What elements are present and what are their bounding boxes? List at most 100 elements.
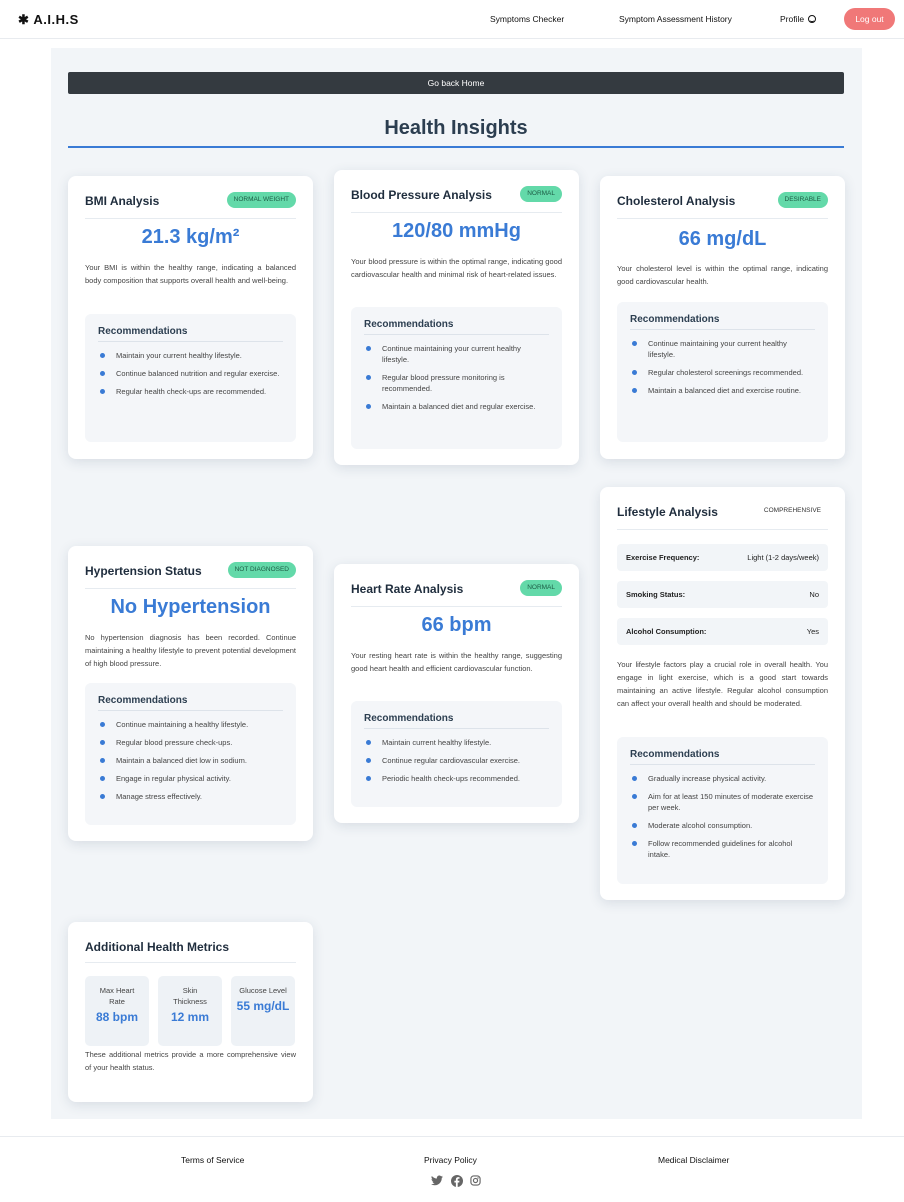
row-label: Smoking Status: — [626, 590, 686, 599]
row-label: Exercise Frequency: — [626, 553, 700, 562]
nav-profile-label: Profile — [780, 14, 805, 24]
list-item: Maintain a balanced diet low in sodium. — [98, 755, 283, 766]
recommendations-list: Maintain current healthy lifestyle. Cont… — [364, 737, 549, 791]
bmi-description: Your BMI is within the healthy range, in… — [85, 263, 296, 285]
footer-privacy-link[interactable]: Privacy Policy — [424, 1155, 477, 1165]
recommendations-box: Recommendations Continue maintaining a h… — [85, 683, 296, 825]
list-item: Maintain a balanced diet and regular exe… — [364, 401, 549, 412]
list-item: Maintain your current healthy lifestyle. — [98, 350, 283, 361]
logout-button[interactable]: Log out — [844, 8, 895, 30]
list-item: Follow recommended guidelines for alcoho… — [630, 838, 815, 860]
card-title: Hypertension Status — [85, 564, 202, 578]
list-item: Aim for at least 150 minutes of moderate… — [630, 791, 815, 813]
brand-name: A.I.H.S — [33, 12, 79, 27]
heart-rate-value: 66 bpm — [421, 614, 492, 636]
status-badge: NORMAL — [520, 580, 562, 596]
top-navbar: ✱ A.I.H.S Symptoms Checker Symptom Assess… — [0, 0, 904, 39]
nav-symptoms-checker[interactable]: Symptoms Checker — [490, 14, 564, 24]
metric-skin-thickness: Skin Thickness 12 mm — [158, 976, 222, 1046]
divider — [98, 341, 283, 342]
go-back-home-button[interactable]: Go back Home — [68, 72, 844, 94]
bmi-value: 21.3 kg/m² — [141, 226, 240, 248]
status-badge: NORMAL WEIGHT — [226, 192, 296, 208]
divider — [617, 529, 828, 530]
divider — [98, 710, 283, 711]
row-value: No — [809, 590, 819, 599]
footer: Terms of Service Privacy Policy Medical … — [0, 1136, 904, 1202]
hypertension-description: No hypertension diagnosis has been recor… — [85, 633, 296, 668]
metric-value: 12 mm — [170, 1010, 210, 1024]
instagram-icon[interactable] — [470, 1175, 481, 1187]
row-value: Yes — [806, 627, 819, 636]
recommendations-box: Recommendations Continue maintaining you… — [617, 302, 828, 442]
metric-glucose-level: Glucose Level 55 mg/dL — [231, 976, 295, 1046]
recommendations-list: Continue maintaining your current health… — [630, 338, 815, 403]
facebook-icon[interactable] — [451, 1175, 463, 1187]
heart-rate-card: Heart Rate Analysis NORMAL 66 bpm Your re… — [334, 564, 579, 823]
divider — [85, 962, 296, 963]
recommendations-list: Continue maintaining a healthy lifestyle… — [98, 719, 283, 809]
metrics-description: These additional metrics provide a more … — [85, 1050, 296, 1072]
list-item: Continue maintaining your current health… — [630, 338, 815, 360]
asterisk-icon: ✱ — [18, 12, 30, 27]
cholesterol-value: 66 mg/dL — [678, 228, 767, 250]
recommendations-list: Maintain your current healthy lifestyle.… — [98, 350, 283, 404]
status-badge: NORMAL — [520, 186, 562, 202]
metric-max-heart-rate: Max Heart Rate 88 bpm — [85, 976, 149, 1046]
metric-label: Max Heart Rate — [99, 986, 135, 1006]
list-item: Maintain a balanced diet and exercise ro… — [630, 385, 815, 396]
hypertension-value: No Hypertension — [110, 596, 271, 618]
cholesterol-description: Your cholesterol level is within the opt… — [617, 264, 828, 286]
status-badge: NOT DIAGNOSED — [227, 562, 296, 578]
list-item: Engage in regular physical activity. — [98, 773, 283, 784]
recommendations-list: Gradually increase physical activity. Ai… — [630, 773, 815, 867]
recommendations-box: Recommendations Maintain your current he… — [85, 314, 296, 442]
recommendations-box: Recommendations Continue maintaining you… — [351, 307, 562, 449]
nav-profile[interactable]: Profile — [780, 14, 817, 24]
list-item: Periodic health check-ups recommended. — [364, 773, 549, 784]
profile-icon — [808, 15, 817, 23]
list-item: Regular blood pressure check-ups. — [98, 737, 283, 748]
list-item: Moderate alcohol consumption. — [630, 820, 815, 831]
nav-assessment-history[interactable]: Symptom Assessment History — [619, 14, 732, 24]
list-item: Gradually increase physical activity. — [630, 773, 815, 784]
divider — [85, 588, 296, 589]
list-item: Regular health check-ups are recommended… — [98, 386, 283, 397]
hypertension-card: Hypertension Status NOT DIAGNOSED No Hype… — [68, 546, 313, 841]
brand-logo[interactable]: ✱ A.I.H.S — [18, 12, 79, 28]
list-item: Continue regular cardiovascular exercise… — [364, 755, 549, 766]
list-item: Regular cholesterol screenings recommend… — [630, 367, 815, 378]
recommendations-title: Recommendations — [364, 713, 454, 724]
divider — [351, 606, 562, 607]
list-item: Continue maintaining your current health… — [364, 343, 549, 365]
row-label: Alcohol Consumption: — [626, 627, 707, 636]
footer-terms-link[interactable]: Terms of Service — [181, 1155, 244, 1165]
additional-metrics-card: Additional Health Metrics Max Heart Rate… — [68, 922, 313, 1102]
divider — [364, 728, 549, 729]
lifestyle-description: Your lifestyle factors play a crucial ro… — [617, 660, 828, 708]
smoking-status-row: Smoking Status: No — [617, 581, 828, 608]
list-item: Maintain current healthy lifestyle. — [364, 737, 549, 748]
recommendations-title: Recommendations — [98, 326, 188, 337]
divider — [630, 329, 815, 330]
twitter-icon[interactable] — [431, 1175, 443, 1187]
recommendations-title: Recommendations — [630, 314, 720, 325]
title-divider — [68, 146, 844, 148]
list-item: Manage stress effectively. — [98, 791, 283, 802]
lifestyle-card: Lifestyle Analysis COMPREHENSIVE Exercise… — [600, 487, 845, 900]
page-title: Health Insights — [384, 117, 528, 139]
recommendations-box: Recommendations Maintain current healthy… — [351, 701, 562, 807]
exercise-frequency-row: Exercise Frequency: Light (1-2 days/week) — [617, 544, 828, 571]
metric-value: 55 mg/dL — [236, 999, 290, 1013]
blood-pressure-card: Blood Pressure Analysis NORMAL 120/80 mmH… — [334, 170, 579, 465]
status-badge: DESIRABLE — [777, 192, 828, 208]
card-title: Cholesterol Analysis — [617, 194, 736, 208]
divider — [351, 212, 562, 213]
bmi-card: BMI Analysis NORMAL WEIGHT 21.3 kg/m² You… — [68, 176, 313, 459]
card-title: Additional Health Metrics — [85, 940, 230, 954]
heart-rate-description: Your resting heart rate is within the he… — [351, 651, 562, 673]
list-item: Continue maintaining a healthy lifestyle… — [98, 719, 283, 730]
footer-disclaimer-link[interactable]: Medical Disclaimer — [658, 1155, 729, 1165]
divider — [85, 218, 296, 219]
recommendations-box: Recommendations Gradually increase physi… — [617, 737, 828, 884]
